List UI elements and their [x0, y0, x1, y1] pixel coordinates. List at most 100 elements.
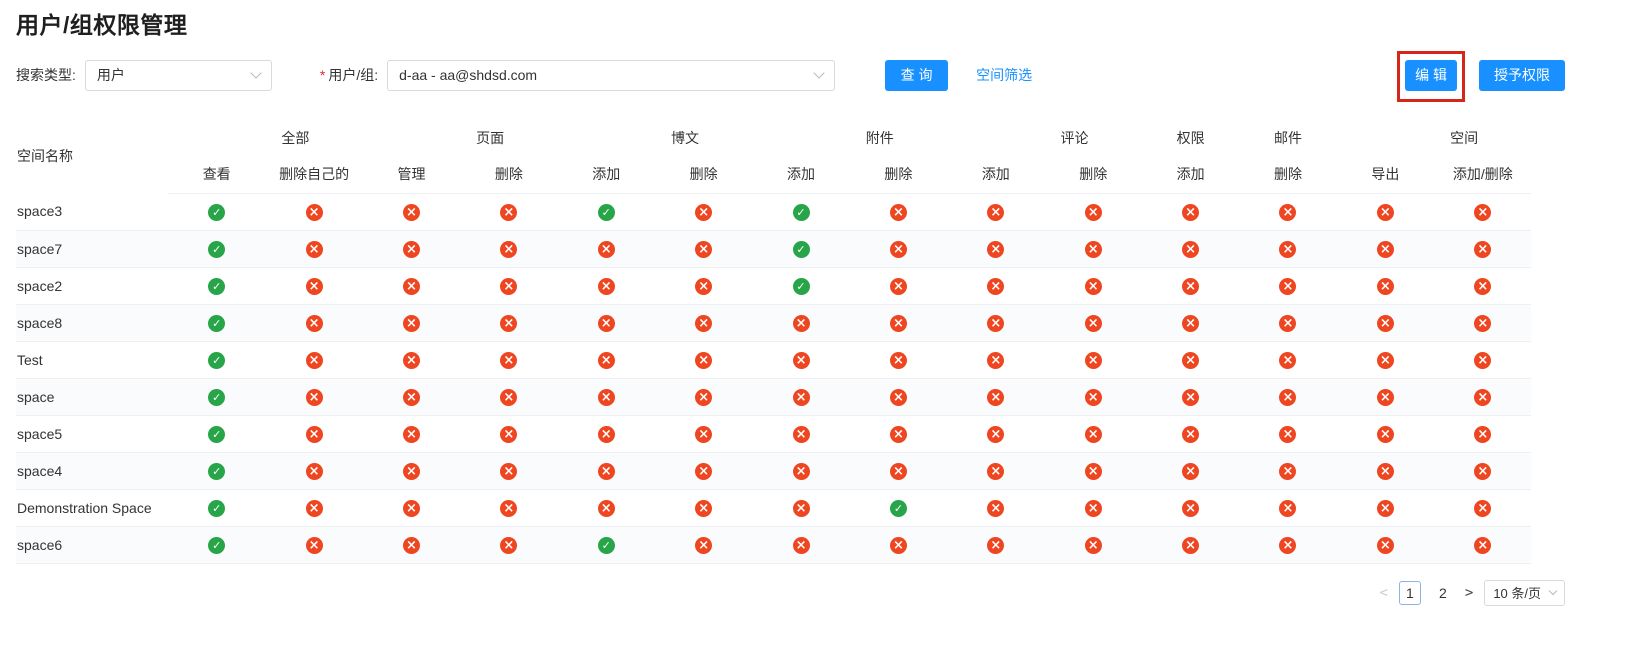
perm-cell: × [655, 341, 752, 378]
close-circle-icon: × [1474, 426, 1491, 443]
perm-cell: × [1045, 230, 1142, 267]
close-circle-icon: × [695, 426, 712, 443]
close-circle-icon: × [695, 278, 712, 295]
perm-cell: × [850, 378, 947, 415]
sub-header-9: 删除 [1045, 156, 1142, 193]
main-content: 用户/组权限管理 搜索类型: 用户 *用户/组: d-aa - aa@shdsd… [16, 0, 1565, 606]
perm-cell: × [850, 415, 947, 452]
perm-cell: × [1337, 489, 1434, 526]
perm-cell: ✓ [168, 378, 265, 415]
close-circle-icon: × [306, 389, 323, 406]
close-circle-icon: × [403, 389, 420, 406]
close-circle-icon: × [1182, 278, 1199, 295]
perm-cell: × [558, 230, 655, 267]
perm-cell: × [947, 341, 1044, 378]
perm-cell: ✓ [168, 267, 265, 304]
perm-cell: × [752, 452, 849, 489]
space-filter-link[interactable]: 空间筛选 [976, 65, 1032, 85]
pagination: < 1 2 > 10 条/页 [16, 580, 1565, 606]
perm-cell: ✓ [168, 526, 265, 563]
space-name-cell: Demonstration Space [16, 489, 168, 526]
perm-cell: × [558, 267, 655, 304]
close-circle-icon: × [1474, 315, 1491, 332]
check-circle-icon: ✓ [208, 500, 225, 517]
perm-cell: × [558, 378, 655, 415]
perm-cell: × [460, 452, 557, 489]
perm-cell: × [1045, 415, 1142, 452]
close-circle-icon: × [1085, 278, 1102, 295]
close-circle-icon: × [598, 278, 615, 295]
table-group-header-row: 空间名称全部页面博文附件评论权限邮件空间 [16, 119, 1531, 156]
close-circle-icon: × [793, 463, 810, 480]
close-circle-icon: × [500, 241, 517, 258]
perm-cell: × [265, 267, 362, 304]
perm-cell: × [558, 452, 655, 489]
close-circle-icon: × [306, 241, 323, 258]
table-row: space2✓×××××✓××××××× [16, 267, 1531, 304]
perm-cell: × [1337, 415, 1434, 452]
close-circle-icon: × [403, 537, 420, 554]
perm-cell: × [1434, 489, 1531, 526]
page-number-1[interactable]: 1 [1399, 581, 1421, 605]
grant-permission-button[interactable]: 授予权限 [1479, 60, 1565, 91]
close-circle-icon: × [793, 389, 810, 406]
perm-cell: ✓ [752, 230, 849, 267]
close-circle-icon: × [890, 204, 907, 221]
close-circle-icon: × [1474, 389, 1491, 406]
close-circle-icon: × [793, 426, 810, 443]
close-circle-icon: × [306, 500, 323, 517]
close-circle-icon: × [793, 500, 810, 517]
space-name-cell: space2 [16, 267, 168, 304]
close-circle-icon: × [1377, 500, 1394, 517]
perm-cell: × [850, 193, 947, 230]
page-number-2[interactable]: 2 [1432, 581, 1454, 605]
close-circle-icon: × [403, 463, 420, 480]
perm-cell: × [363, 489, 460, 526]
close-circle-icon: × [1182, 426, 1199, 443]
perm-cell: × [1045, 378, 1142, 415]
perm-cell: × [1239, 304, 1336, 341]
check-circle-icon: ✓ [208, 537, 225, 554]
search-type-select[interactable]: 用户 [85, 60, 272, 91]
sub-header-4: 添加 [558, 156, 655, 193]
close-circle-icon: × [1377, 389, 1394, 406]
prev-page-button[interactable]: < [1379, 585, 1387, 601]
perm-cell: × [1045, 304, 1142, 341]
query-button[interactable]: 查 询 [885, 60, 948, 91]
close-circle-icon: × [403, 352, 420, 369]
chevron-down-icon [813, 67, 824, 78]
perm-cell: × [1142, 193, 1239, 230]
close-circle-icon: × [987, 426, 1004, 443]
perm-cell: × [1239, 267, 1336, 304]
close-circle-icon: × [500, 315, 517, 332]
next-page-button[interactable]: > [1465, 585, 1473, 601]
table-row: space3✓×××✓×✓××××××× [16, 193, 1531, 230]
close-circle-icon: × [306, 537, 323, 554]
space-name-cell: space3 [16, 193, 168, 230]
perm-cell: ✓ [168, 452, 265, 489]
perm-cell: × [947, 193, 1044, 230]
space-name-cell: Test [16, 341, 168, 378]
close-circle-icon: × [987, 315, 1004, 332]
perm-cell: × [460, 193, 557, 230]
sub-header-2: 管理 [363, 156, 460, 193]
page-size-select[interactable]: 10 条/页 [1484, 580, 1565, 606]
close-circle-icon: × [890, 537, 907, 554]
close-circle-icon: × [598, 463, 615, 480]
close-circle-icon: × [890, 389, 907, 406]
search-type-label: 搜索类型: [16, 65, 76, 85]
perm-cell: × [947, 489, 1044, 526]
table-row: space4✓××××××××××××× [16, 452, 1531, 489]
sub-header-5: 删除 [655, 156, 752, 193]
perm-cell: × [850, 304, 947, 341]
sub-header-3: 删除 [460, 156, 557, 193]
close-circle-icon: × [500, 463, 517, 480]
close-circle-icon: × [1279, 278, 1296, 295]
close-circle-icon: × [500, 426, 517, 443]
perm-cell: × [947, 230, 1044, 267]
edit-button[interactable]: 编 辑 [1405, 60, 1457, 91]
group-header-4: 评论 [947, 119, 1142, 156]
user-group-select[interactable]: d-aa - aa@shdsd.com [387, 60, 835, 91]
perm-cell: × [1434, 341, 1531, 378]
perm-cell: × [1434, 193, 1531, 230]
